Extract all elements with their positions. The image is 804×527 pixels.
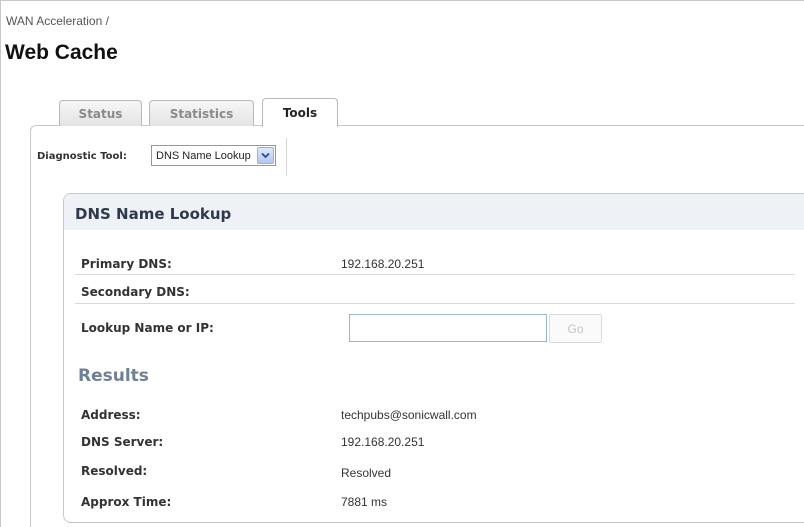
diagnostic-tool-label: Diagnostic Tool: [37,151,127,162]
resolved-label: Resolved: [81,464,148,478]
page-title: Web Cache [5,41,118,64]
dns-lookup-panel [63,193,804,523]
primary-dns-label: Primary DNS: [81,257,172,271]
row-divider [75,303,795,304]
chevron-down-icon[interactable] [257,147,274,164]
breadcrumb[interactable]: WAN Acceleration / [6,14,109,28]
lookup-name-label: Lookup Name or IP: [81,321,214,335]
tab-statistics[interactable]: Statistics [149,100,254,126]
tab-tools[interactable]: Tools [262,98,338,127]
tab-status[interactable]: Status [59,100,142,126]
diagnostic-tool-select[interactable]: DNS Name Lookup [151,145,276,166]
row-divider [75,274,795,275]
resolved-value: Resolved [341,466,392,480]
secondary-dns-label: Secondary DNS: [81,285,190,299]
lookup-name-input[interactable] [349,314,547,342]
results-heading: Results [78,366,149,386]
primary-dns-value: 192.168.20.251 [341,257,425,271]
tab-bar: Status Statistics Tools [0,96,804,127]
approx-time-label: Approx Time: [81,495,172,509]
dns-server-label: DNS Server: [81,435,164,449]
approx-time-value: 7881 ms [341,495,388,509]
address-value: techpubs@sonicwall.com [341,408,477,422]
panel-title: DNS Name Lookup [75,205,232,223]
diagnostic-tool-selected: DNS Name Lookup [156,149,251,162]
go-button[interactable]: Go [549,314,602,343]
toolbar-divider [286,138,287,176]
dns-server-value: 192.168.20.251 [341,435,425,449]
address-label: Address: [81,408,141,422]
